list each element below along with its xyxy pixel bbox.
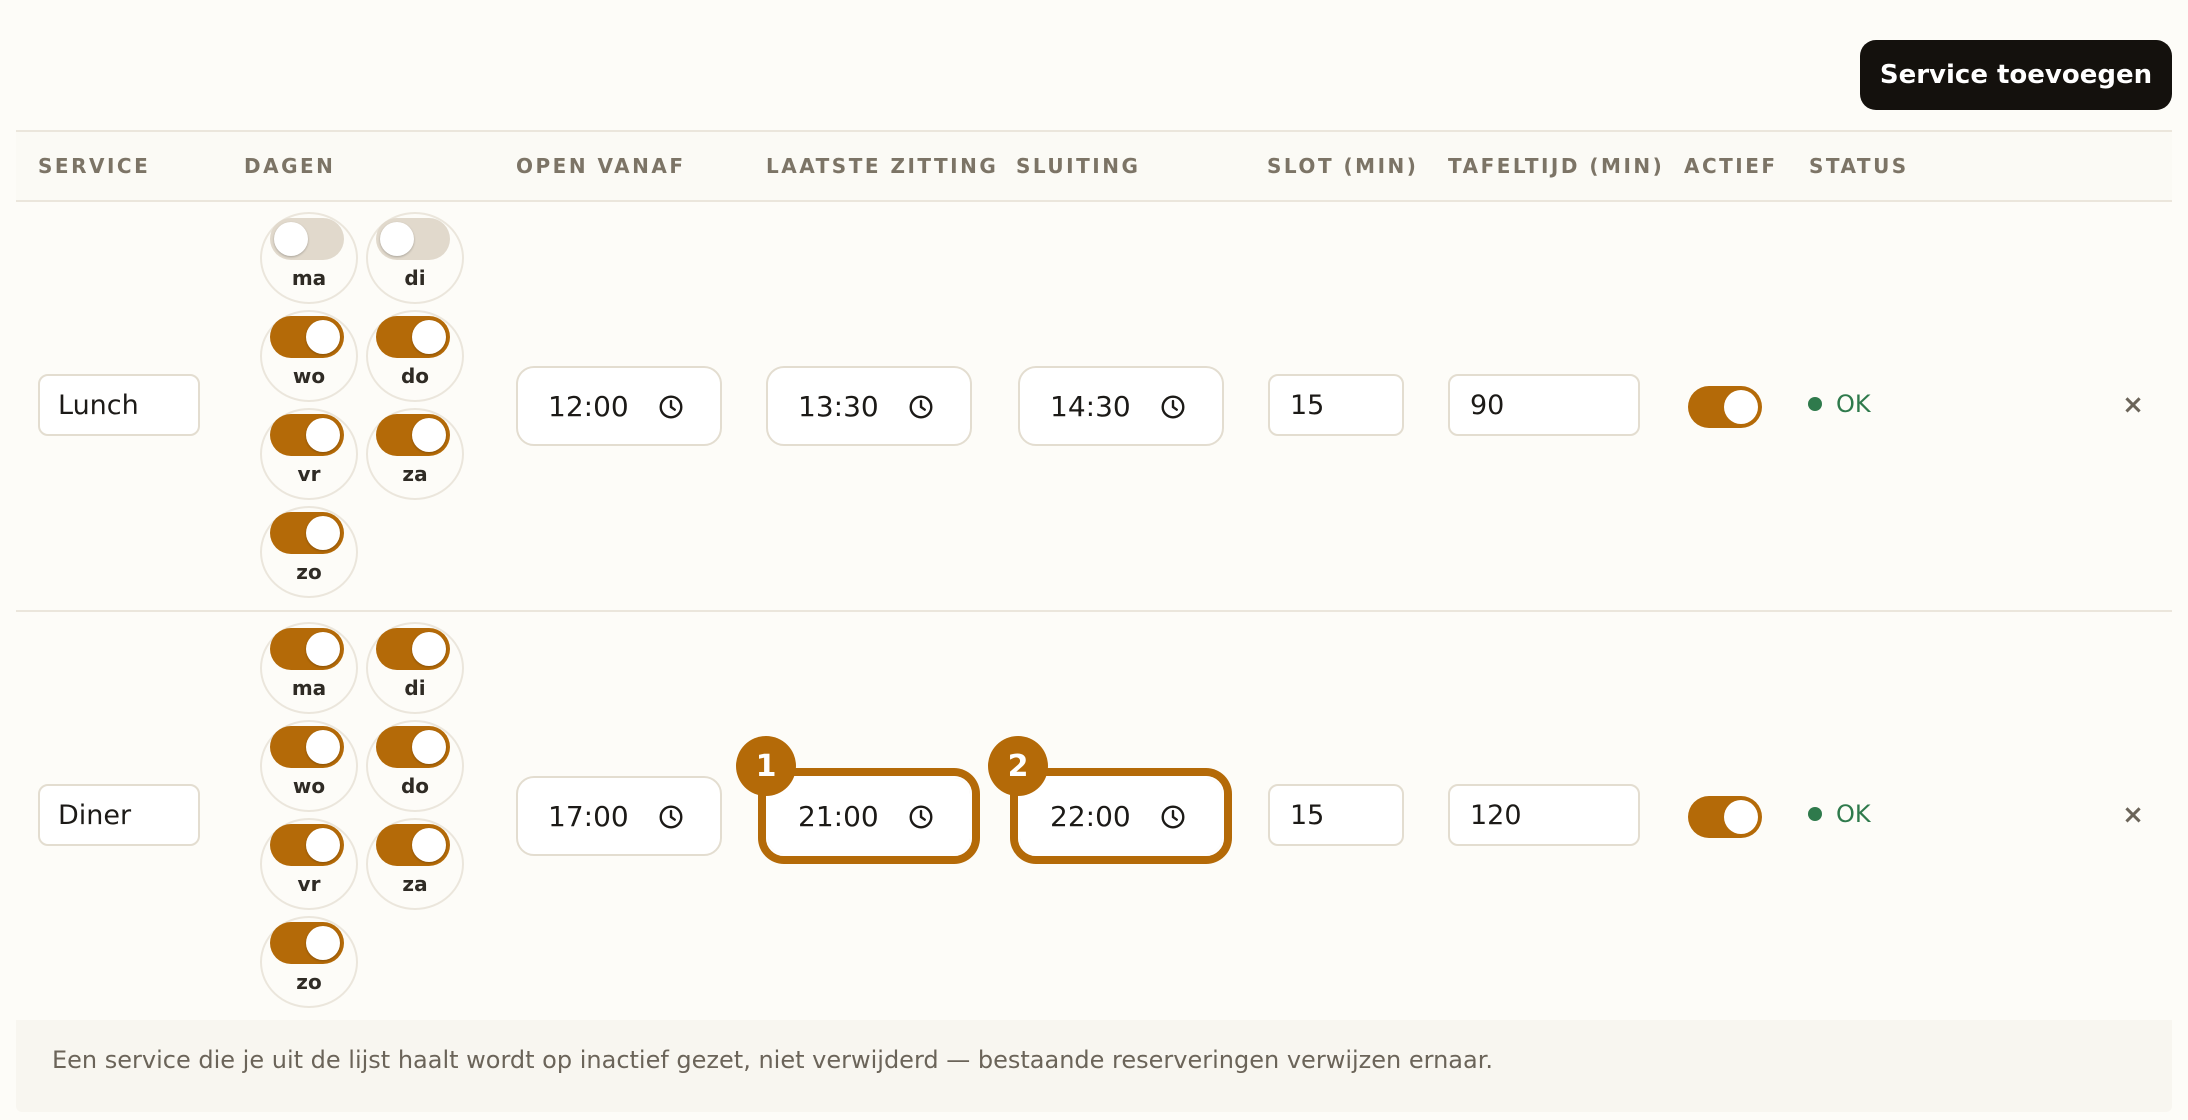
day-toggle[interactable] (270, 628, 344, 670)
table-time-input[interactable]: 90 (1448, 374, 1640, 436)
col-closing: SLUITING (1016, 154, 1141, 178)
day-toggle[interactable] (270, 316, 344, 358)
day-label: di (404, 266, 426, 290)
col-service: SERVICE (38, 154, 151, 178)
day-do[interactable]: do (366, 720, 464, 812)
day-zo[interactable]: zo (260, 506, 358, 598)
col-days: DAGEN (244, 154, 336, 178)
days-group: ma di wo do vr za zo (244, 212, 464, 602)
time-value: 22:00 (1050, 800, 1131, 833)
day-toggle[interactable] (376, 414, 450, 456)
day-ma[interactable]: ma (260, 212, 358, 304)
day-do[interactable]: do (366, 310, 464, 402)
day-label: vr (297, 462, 321, 486)
footer-note-text: Een service die je uit de lijst haalt wo… (52, 1046, 1493, 1074)
day-di[interactable]: di (366, 212, 464, 304)
day-toggle[interactable] (270, 414, 344, 456)
day-toggle[interactable] (376, 316, 450, 358)
last-seating-input[interactable]: 13:30 (766, 366, 972, 446)
day-vr[interactable]: vr (260, 818, 358, 910)
add-service-button[interactable]: Service toevoegen (1860, 40, 2172, 110)
active-toggle[interactable] (1688, 386, 1762, 428)
clock-icon[interactable] (1160, 804, 1186, 830)
clock-icon[interactable] (658, 394, 684, 420)
closing-input[interactable]: 22:00 (1018, 776, 1224, 856)
day-za[interactable]: za (366, 818, 464, 910)
day-toggle[interactable] (270, 726, 344, 768)
day-za[interactable]: za (366, 408, 464, 500)
service-name-input[interactable]: Lunch (38, 374, 200, 436)
day-toggle[interactable] (376, 218, 450, 260)
table-row: Diner ma di wo do vr za zo 17:00 1 21:00… (16, 612, 2172, 1022)
open-from-input[interactable]: 17:00 (516, 776, 722, 856)
table-header: SERVICE DAGEN OPEN VANAF LAATSTE ZITTING… (16, 130, 2172, 202)
time-value: 21:00 (798, 800, 879, 833)
day-label: ma (291, 676, 327, 700)
status-dot (1808, 397, 1822, 411)
day-label: vr (297, 872, 321, 896)
time-value: 13:30 (798, 390, 879, 423)
closing-input[interactable]: 14:30 (1018, 366, 1224, 446)
day-label: di (404, 676, 426, 700)
clock-icon[interactable] (1160, 394, 1186, 420)
active-toggle[interactable] (1688, 796, 1762, 838)
callout-badge-1: 1 (736, 736, 796, 796)
clock-icon[interactable] (908, 394, 934, 420)
day-label: zo (296, 560, 322, 584)
col-open-from: OPEN VANAF (516, 154, 686, 178)
footer-note: Een service die je uit de lijst haalt wo… (16, 1020, 2172, 1112)
time-value: 12:00 (548, 390, 629, 423)
callout-badge-2: 2 (988, 736, 1048, 796)
slot-input[interactable]: 15 (1268, 374, 1404, 436)
day-toggle[interactable] (376, 824, 450, 866)
days-group: ma di wo do vr za zo (244, 622, 464, 1012)
open-from-input[interactable]: 12:00 (516, 366, 722, 446)
time-value: 17:00 (548, 800, 629, 833)
day-vr[interactable]: vr (260, 408, 358, 500)
status-badge: OK (1808, 800, 1871, 828)
slot-input[interactable]: 15 (1268, 784, 1404, 846)
close-icon[interactable]: × (2118, 390, 2148, 420)
day-zo[interactable]: zo (260, 916, 358, 1008)
col-active: ACTIEF (1684, 154, 1778, 178)
status-badge: OK (1808, 390, 1871, 418)
col-table-time: TAFELTIJD (MIN) (1448, 154, 1665, 178)
day-toggle[interactable] (270, 922, 344, 964)
day-label: do (400, 364, 430, 388)
services-table: SERVICE DAGEN OPEN VANAF LAATSTE ZITTING… (16, 130, 2172, 1022)
day-wo[interactable]: wo (260, 720, 358, 812)
clock-icon[interactable] (908, 804, 934, 830)
day-toggle[interactable] (376, 628, 450, 670)
day-label: ma (291, 266, 327, 290)
status-text: OK (1836, 800, 1871, 828)
col-last-seating: LAATSTE ZITTING (766, 154, 999, 178)
day-di[interactable]: di (366, 622, 464, 714)
status-dot (1808, 807, 1822, 821)
last-seating-input[interactable]: 21:00 (766, 776, 972, 856)
col-status: STATUS (1809, 154, 1909, 178)
day-toggle[interactable] (376, 726, 450, 768)
day-label: za (402, 872, 428, 896)
day-ma[interactable]: ma (260, 622, 358, 714)
time-value: 14:30 (1050, 390, 1131, 423)
status-text: OK (1836, 390, 1871, 418)
col-slot: SLOT (MIN) (1267, 154, 1419, 178)
clock-icon[interactable] (658, 804, 684, 830)
table-time-input[interactable]: 120 (1448, 784, 1640, 846)
day-toggle[interactable] (270, 824, 344, 866)
day-label: wo (292, 364, 326, 388)
service-name-input[interactable]: Diner (38, 784, 200, 846)
day-label: zo (296, 970, 322, 994)
table-row: Lunch ma di wo do vr za zo 12:00 13:30 1… (16, 202, 2172, 612)
day-label: za (402, 462, 428, 486)
day-label: wo (292, 774, 326, 798)
day-label: do (400, 774, 430, 798)
day-toggle[interactable] (270, 512, 344, 554)
day-toggle[interactable] (270, 218, 344, 260)
day-wo[interactable]: wo (260, 310, 358, 402)
close-icon[interactable]: × (2118, 800, 2148, 830)
